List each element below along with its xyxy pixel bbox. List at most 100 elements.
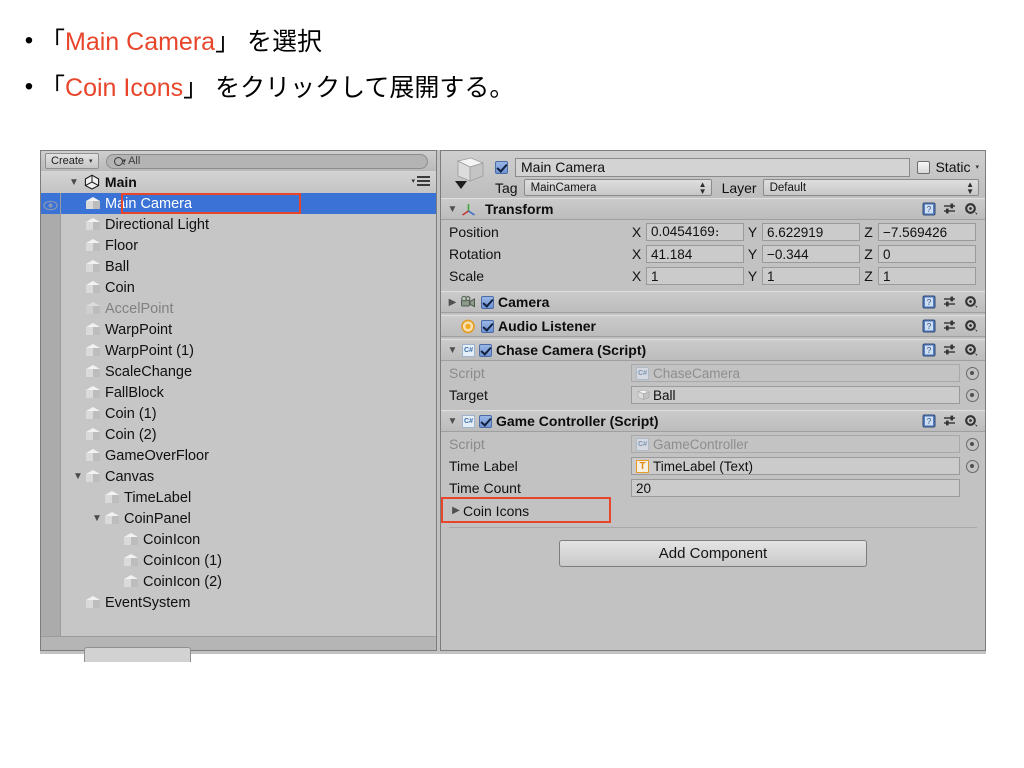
hierarchy-search-input[interactable]: ▾ All <box>105 153 428 169</box>
rotation-z-field[interactable]: 0 <box>878 245 976 263</box>
help-icon[interactable]: ? <box>922 414 936 428</box>
preset-sliders-icon[interactable] <box>943 414 957 428</box>
gear-icon[interactable] <box>964 319 978 333</box>
scene-root-row[interactable]: ▼ Main ▾ <box>41 171 436 194</box>
foldout-icon[interactable]: ▼ <box>71 471 85 482</box>
camera-enabled-checkbox[interactable] <box>481 295 494 309</box>
preset-sliders-icon[interactable] <box>943 319 957 333</box>
component-header-chase-camera[interactable]: ▼ C# Chase Camera (Script) ? <box>441 339 985 361</box>
component-header-transform[interactable]: ▼ Transform ? <box>441 198 985 220</box>
scale-z-field[interactable]: 1 <box>878 267 976 285</box>
hierarchy-item-directional-light[interactable]: Directional Light <box>61 214 436 235</box>
gear-icon[interactable] <box>964 295 978 309</box>
hierarchy-item-canvas[interactable]: ▼ Canvas <box>61 466 436 487</box>
object-picker-icon[interactable] <box>966 366 979 380</box>
audio-listener-enabled-checkbox[interactable] <box>481 319 494 333</box>
script-value-field[interactable]: C# GameController <box>631 435 960 453</box>
rotation-label: Rotation <box>449 246 502 262</box>
static-checkbox[interactable] <box>917 160 931 174</box>
scale-y-field[interactable]: 1 <box>762 267 860 285</box>
gameobject-cube-icon <box>123 532 139 547</box>
preset-sliders-icon[interactable] <box>943 202 957 216</box>
hierarchy-item-floor[interactable]: Floor <box>61 235 436 256</box>
preset-sliders-icon[interactable] <box>943 295 957 309</box>
hierarchy-item-coinicon-1[interactable]: CoinIcon (1) <box>61 550 436 571</box>
foldout-icon[interactable]: ▼ <box>445 204 460 215</box>
hierarchy-item-scalechange[interactable]: ScaleChange <box>61 361 436 382</box>
csharp-script-icon: C# <box>636 437 649 451</box>
scale-x-field[interactable]: 1 <box>646 267 744 285</box>
position-z-field[interactable]: −7.569426 <box>878 223 976 241</box>
hierarchy-item-label: CoinIcon (2) <box>143 573 222 590</box>
hierarchy-item-coin[interactable]: Coin <box>61 277 436 298</box>
help-icon[interactable]: ? <box>922 295 936 309</box>
hierarchy-item-eventsystem[interactable]: EventSystem <box>61 592 436 613</box>
hierarchy-item-coinpanel[interactable]: ▼ CoinPanel <box>61 508 436 529</box>
hierarchy-item-ball[interactable]: Ball <box>61 256 436 277</box>
hierarchy-item-timelabel[interactable]: TimeLabel <box>61 487 436 508</box>
foldout-icon[interactable]: ▼ <box>445 416 460 427</box>
game-controller-enabled-checkbox[interactable] <box>479 414 492 428</box>
gameobject-cube-icon <box>85 322 101 337</box>
hierarchy-item-warppoint-1[interactable]: WarpPoint (1) <box>61 340 436 361</box>
hierarchy-item-label: Coin (1) <box>105 405 157 422</box>
foldout-icon[interactable]: ▼ <box>445 345 460 356</box>
object-picker-icon[interactable] <box>966 437 979 451</box>
time-label-row: Time Label T TimeLabel (Text) <box>441 455 985 477</box>
foldout-icon[interactable]: ▶ <box>449 505 463 516</box>
gameobject-cube-icon <box>123 574 139 589</box>
static-toggle[interactable]: Static ▾ <box>917 159 979 175</box>
chase-camera-enabled-checkbox[interactable] <box>479 343 492 357</box>
hierarchy-item-coin-1[interactable]: Coin (1) <box>61 403 436 424</box>
position-x-field[interactable]: 0.0454169։ <box>646 223 744 241</box>
component-header-camera[interactable]: ▶ Camera ? <box>441 291 985 313</box>
bottom-panel-tab[interactable] <box>84 647 191 662</box>
gameobject-enabled-checkbox[interactable] <box>495 160 508 174</box>
rotation-y-field[interactable]: −0.344 <box>762 245 860 263</box>
tag-dropdown[interactable]: MainCamera ▲ ▼ <box>523 179 712 196</box>
hierarchy-item-coinicon-2[interactable]: CoinIcon (2) <box>61 571 436 592</box>
position-y-field[interactable]: 6.622919 <box>762 223 860 241</box>
preset-sliders-icon[interactable] <box>943 343 957 357</box>
object-picker-icon[interactable] <box>966 388 979 402</box>
gear-icon[interactable] <box>964 343 978 357</box>
help-icon[interactable]: ? <box>922 319 936 333</box>
rotation-x-field[interactable]: 41.184 <box>646 245 744 263</box>
visibility-eye-icon[interactable] <box>43 198 58 211</box>
time-count-row: Time Count 20 <box>441 477 985 499</box>
axis-x-label: X <box>631 224 642 240</box>
target-value-field[interactable]: Ball <box>631 386 960 404</box>
time-label-value-field[interactable]: T TimeLabel (Text) <box>631 457 960 475</box>
component-header-audio-listener[interactable]: Audio Listener ? <box>441 315 985 337</box>
gear-icon[interactable] <box>964 414 978 428</box>
coin-icons-foldout-row[interactable]: ▶ Coin Icons <box>441 499 985 522</box>
scene-fold-icon[interactable]: ▼ <box>69 177 79 188</box>
layer-dropdown[interactable]: Default ▲ ▼ <box>762 179 979 196</box>
hierarchy-item-main-camera[interactable]: Main Camera <box>61 193 436 214</box>
help-icon[interactable]: ? <box>922 202 936 216</box>
hierarchy-item-fallblock[interactable]: FallBlock <box>61 382 436 403</box>
gameobject-name-field[interactable]: Main Camera <box>515 157 911 177</box>
foldout-icon[interactable]: ▼ <box>90 513 104 524</box>
hierarchy-item-coin-2[interactable]: Coin (2) <box>61 424 436 445</box>
script-value-field[interactable]: C# ChaseCamera <box>631 364 960 382</box>
svg-text:?: ? <box>927 322 932 331</box>
component-title: Chase Camera (Script) <box>496 342 647 358</box>
hierarchy-item-coinicon[interactable]: CoinIcon <box>61 529 436 550</box>
foldout-icon[interactable]: ▶ <box>445 297 460 308</box>
chevron-down-icon[interactable]: ▾ <box>975 164 979 171</box>
help-icon[interactable]: ? <box>922 343 936 357</box>
object-picker-icon[interactable] <box>966 459 979 473</box>
add-component-button[interactable]: Add Component <box>559 540 867 567</box>
hierarchy-item-accelpoint[interactable]: AccelPoint <box>61 298 436 319</box>
hierarchy-item-gameoverfloor[interactable]: GameOverFloor <box>61 445 436 466</box>
time-count-field[interactable]: 20 <box>631 479 960 497</box>
gear-icon[interactable] <box>964 202 978 216</box>
hierarchy-item-warppoint[interactable]: WarpPoint <box>61 319 436 340</box>
component-title: Audio Listener <box>498 318 597 334</box>
gameobject-cube-icon <box>85 343 101 358</box>
create-button[interactable]: Create ▾ <box>45 153 99 169</box>
chevron-down-icon: ▾ <box>89 157 93 165</box>
hierarchy-options-button[interactable]: ▾ <box>411 176 430 188</box>
component-header-game-controller[interactable]: ▼ C# Game Controller (Script) ? <box>441 410 985 432</box>
